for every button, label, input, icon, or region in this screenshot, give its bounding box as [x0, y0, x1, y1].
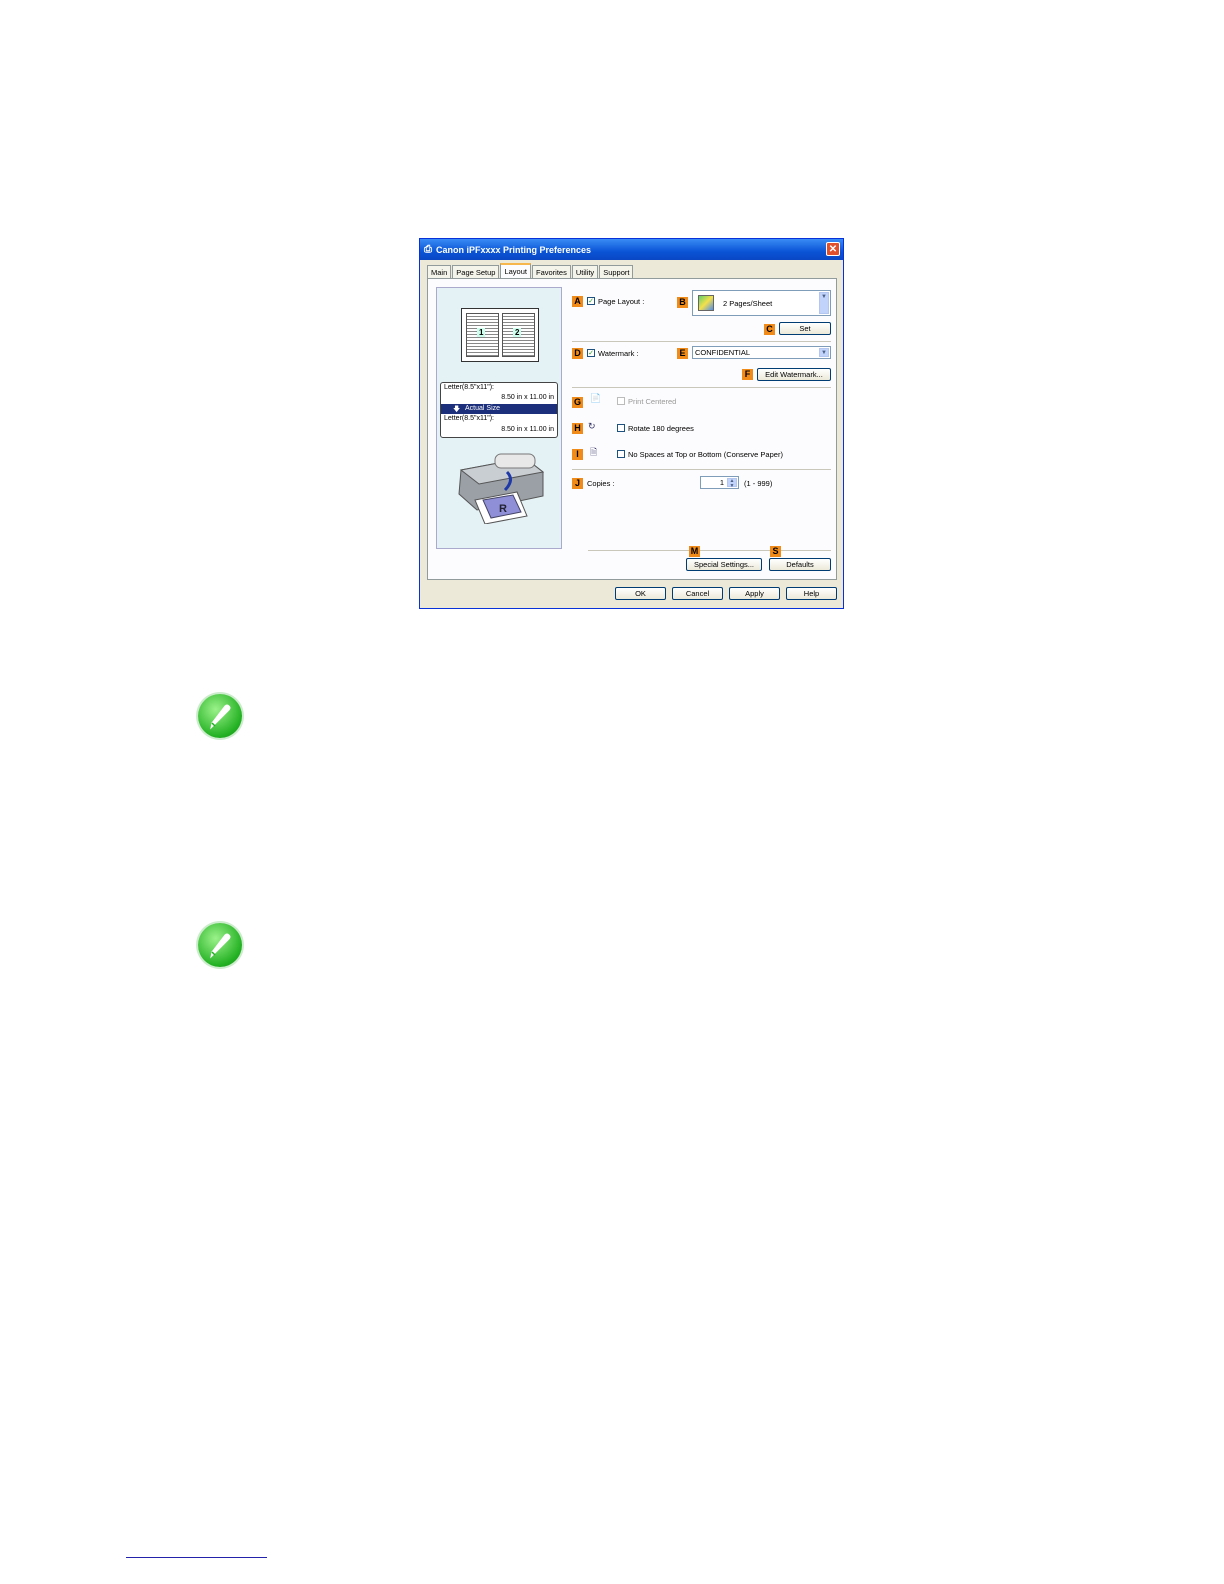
no-spaces-checkbox[interactable] [617, 450, 625, 458]
copies-label: Copies : [587, 479, 615, 488]
layout-preview-page: 1 2 [461, 308, 539, 362]
special-settings-button[interactable]: Special Settings... [686, 558, 762, 571]
label-m: M [689, 546, 700, 557]
tab-favorites[interactable]: Favorites [532, 265, 571, 279]
cancel-button[interactable]: Cancel [672, 587, 723, 600]
label-g: G [572, 397, 583, 408]
original-size-label: Letter(8.5"x11"): [444, 384, 494, 391]
footer-rule [126, 1557, 267, 1558]
separator [572, 387, 831, 388]
output-size-label: Letter(8.5"x11"): [444, 415, 494, 422]
copies-range: (1 - 999) [744, 479, 773, 488]
tab-main[interactable]: Main [427, 265, 452, 279]
label-s: S [770, 546, 781, 557]
layout-panel: 1 2 Letter(8.5"x11"): 8.50 in x 11.00 in… [427, 278, 837, 580]
printer-settings-icon: ⎙ [424, 244, 432, 255]
preview-page-2: 2 [502, 313, 535, 357]
dialog-titlebar[interactable]: ⎙ Canon iPFxxxx Printing Preferences ✕ [420, 239, 843, 260]
watermark-label: Watermark : [598, 349, 639, 358]
label-a: A [572, 296, 583, 307]
watermark-checkbox[interactable]: ✓ [587, 349, 595, 357]
output-size-value: 8.50 in x 11.00 in [501, 426, 554, 433]
dialog-title: Canon iPFxxxx Printing Preferences [436, 244, 592, 255]
apply-button[interactable]: Apply [729, 587, 780, 600]
edit-watermark-button[interactable]: Edit Watermark... [757, 368, 831, 381]
actual-size-label: Actual Size [465, 405, 501, 412]
page-layout-label: Page Layout : [598, 297, 645, 306]
print-centered-checkbox[interactable] [617, 397, 625, 405]
rotate-icon: ↻ [588, 421, 596, 431]
label-j: J [572, 478, 583, 489]
label-i: I [572, 449, 583, 460]
rotate-180-checkbox[interactable] [617, 424, 625, 432]
pages-per-sheet-value: 2 Pages/Sheet [723, 299, 773, 308]
tab-page-setup[interactable]: Page Setup [452, 265, 500, 279]
label-h: H [572, 423, 583, 434]
separator [572, 469, 831, 470]
label-f: F [742, 369, 753, 380]
original-size-value: 8.50 in x 11.00 in [501, 394, 554, 401]
defaults-button[interactable]: Defaults [769, 558, 831, 571]
tab-utility[interactable]: Utility [571, 265, 599, 279]
chevron-down-icon[interactable]: ▼ [819, 348, 829, 357]
rotate-180-label: Rotate 180 degrees [628, 424, 694, 433]
printer-illustration-icon: R [458, 453, 545, 524]
label-c: C [764, 324, 775, 335]
close-button[interactable]: ✕ [826, 242, 840, 256]
printing-preferences-dialog: ⎙ Canon iPFxxxx Printing Preferences ✕ M… [419, 238, 844, 609]
chevron-down-icon[interactable]: ▼ [819, 292, 829, 314]
label-b: B [677, 297, 688, 308]
no-spaces-label: No Spaces at Top or Bottom (Conserve Pap… [628, 450, 783, 459]
page-layout-checkbox[interactable]: ✓ [587, 297, 595, 305]
pages-per-sheet-combo[interactable]: 2 Pages/Sheet ▼ [692, 290, 831, 316]
tab-support[interactable]: Support [599, 265, 634, 279]
copies-stepper[interactable]: 1 ▲ ▼ [700, 476, 739, 489]
print-centered-icon: 📄 [590, 393, 602, 403]
note-pencil-icon [198, 694, 242, 738]
watermark-value: CONFIDENTIAL [695, 348, 751, 357]
preview-area: 1 2 Letter(8.5"x11"): 8.50 in x 11.00 in… [436, 287, 562, 549]
set-button[interactable]: Set [779, 322, 831, 335]
label-e: E [677, 348, 688, 359]
actual-size-bar: 🡇 Actual Size [441, 404, 557, 414]
label-d: D [572, 348, 583, 359]
separator [588, 550, 831, 551]
preview-page-1: 1 [466, 313, 499, 357]
note-pencil-icon [198, 923, 242, 967]
print-centered-label: Print Centered [628, 397, 677, 406]
copies-value: 1 [719, 478, 724, 487]
layout-thumbnail-icon [698, 295, 714, 311]
separator [572, 341, 831, 342]
conserve-paper-icon: 🗎 [590, 447, 598, 457]
spin-arrows-icon[interactable]: ▲ ▼ [727, 478, 737, 489]
preview-page-number: 1 [477, 328, 486, 337]
watermark-combo[interactable]: CONFIDENTIAL ▼ [692, 346, 831, 359]
ok-button[interactable]: OK [615, 587, 666, 600]
help-button[interactable]: Help [786, 587, 837, 600]
paper-size-info: Letter(8.5"x11"): 8.50 in x 11.00 in 🡇 A… [440, 382, 558, 438]
preview-page-number: 2 [513, 328, 522, 337]
svg-text:R: R [499, 503, 507, 515]
